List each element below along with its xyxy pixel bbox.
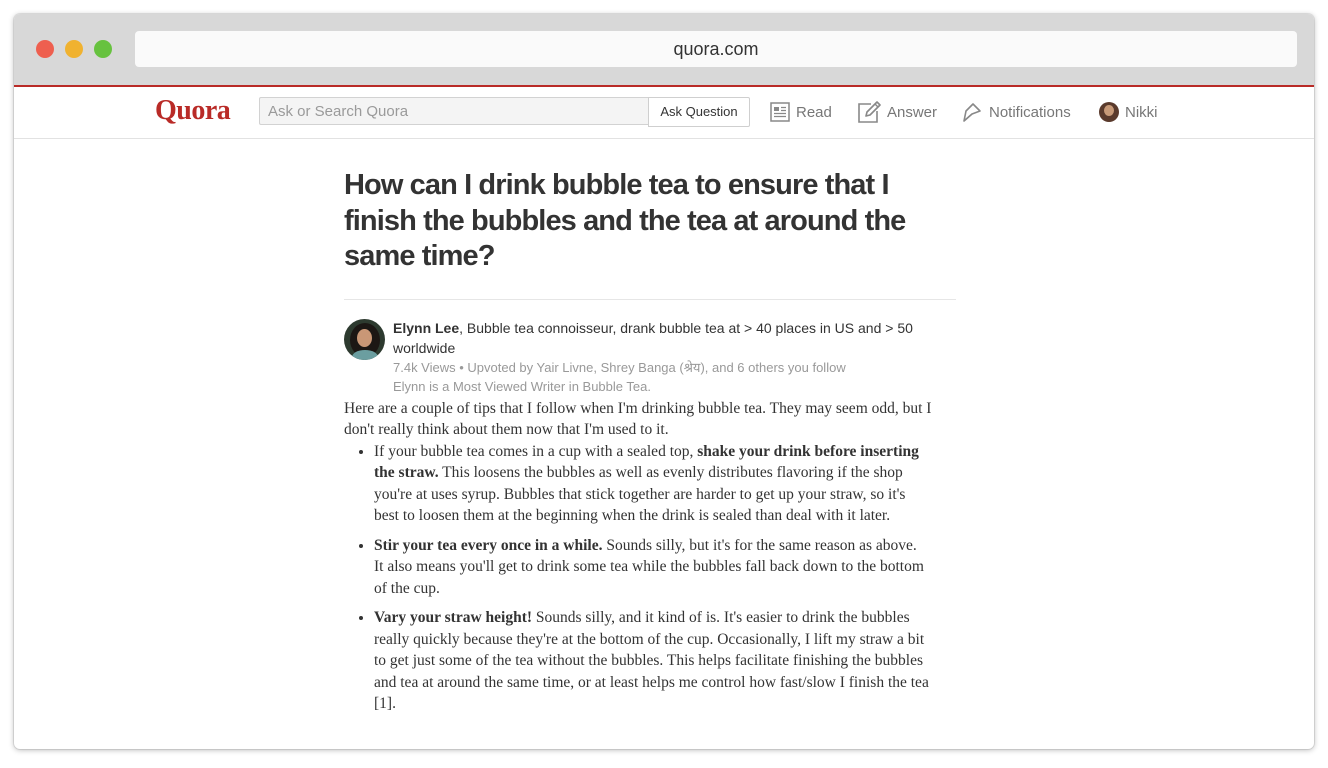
user-avatar [1099, 102, 1119, 122]
ask-question-button[interactable]: Ask Question [648, 97, 750, 127]
answer-body: Here are a couple of tips that I follow … [344, 398, 959, 715]
answer-intro: Here are a couple of tips that I follow … [344, 399, 932, 439]
author-avatar[interactable] [344, 318, 385, 360]
nav-item-notifications[interactable]: Notifications [961, 99, 1071, 125]
answer-author-block: Elynn Lee, Bubble tea connoisseur, drank… [344, 318, 959, 398]
list-item: Vary your straw height! Sounds silly, an… [374, 607, 959, 715]
nav-item-read[interactable]: Read [770, 99, 832, 125]
list-item: Stir your tea every once in a while. Sou… [374, 535, 959, 600]
author-credential-text: , Bubble tea connoisseur, drank bubble t… [393, 319, 913, 356]
list-item: If your bubble tea comes in a cup with a… [374, 441, 959, 527]
answer-pencil-icon [857, 100, 881, 124]
read-icon [770, 102, 790, 122]
author-credential: Elynn Lee, Bubble tea connoisseur, drank… [393, 318, 959, 358]
author-name[interactable]: Elynn Lee [393, 320, 459, 336]
main-content: How can I drink bubble tea to ensure tha… [344, 138, 959, 723]
user-name-label: Nikki [1125, 103, 1158, 121]
tips-list: If your bubble tea comes in a cup with a… [344, 441, 959, 715]
search-input[interactable] [259, 97, 649, 125]
nav-item-notifications-label: Notifications [989, 103, 1071, 121]
nav-item-answer-label: Answer [887, 103, 938, 121]
nav-item-profile[interactable]: Nikki [1099, 99, 1158, 125]
address-bar[interactable]: quora.com [135, 31, 1297, 67]
browser-chrome: quora.com [14, 14, 1314, 85]
answer-stats: 7.4k Views • Upvoted by Yair Livne, Shre… [393, 359, 846, 375]
close-window-button[interactable] [36, 40, 54, 58]
maximize-window-button[interactable] [94, 40, 112, 58]
nav-item-read-label: Read [796, 103, 832, 121]
question-title[interactable]: How can I drink bubble tea to ensure tha… [344, 138, 959, 275]
minimize-window-button[interactable] [65, 40, 83, 58]
writer-badge: Elynn is a Most Viewed Writer in Bubble … [393, 378, 651, 394]
title-divider [344, 298, 956, 300]
nav-item-answer[interactable]: Answer [857, 99, 937, 125]
notifications-icon [961, 101, 983, 123]
browser-window: quora.com Quora Ask Question Read [14, 14, 1314, 749]
top-navbar: Quora Ask Question Read [14, 87, 1314, 139]
quora-logo[interactable]: Quora [155, 95, 231, 127]
